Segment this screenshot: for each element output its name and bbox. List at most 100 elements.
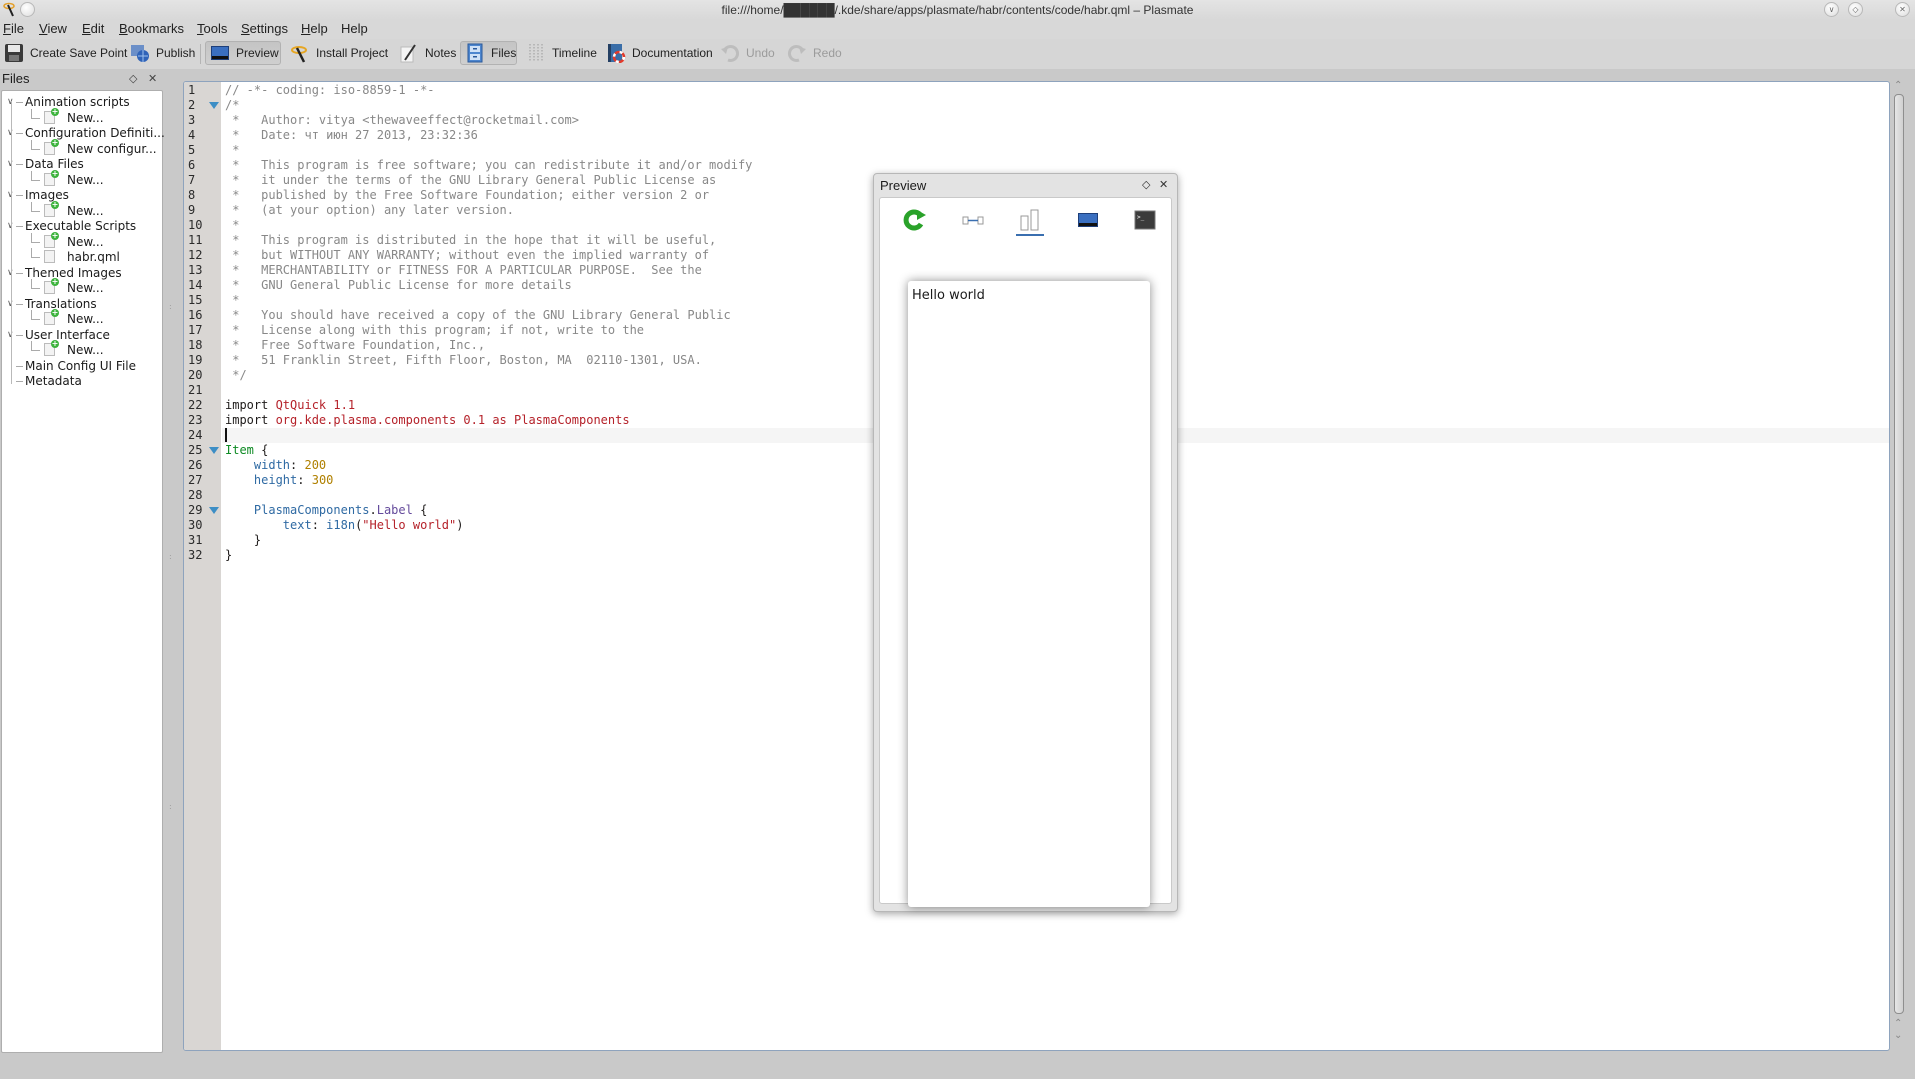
tree-file-item[interactable]: + New... — [2, 278, 162, 296]
undo-button[interactable]: Undo — [716, 41, 779, 65]
line-number: 11 — [188, 233, 203, 247]
add-plus-icon: + — [51, 277, 59, 286]
minimize-button[interactable]: ∨ — [1824, 2, 1839, 17]
code-line[interactable]: * Date: чт июн 27 2013, 23:32:36 — [222, 128, 1889, 143]
main-toolbar: Create Save Point Publish Preview Instal… — [0, 39, 1915, 69]
tree-category[interactable]: ∨User Interface — [2, 328, 162, 343]
scrollbar-thumb[interactable] — [1894, 94, 1904, 1014]
tree-file-item[interactable]: + New... — [2, 200, 162, 219]
documentation-button[interactable]: Documentation — [602, 41, 717, 65]
dock-float-icon[interactable]: ◇ — [1142, 178, 1150, 191]
menu-settings[interactable]: Settings — [241, 21, 288, 36]
tree-category[interactable]: ∨Themed Images — [2, 266, 162, 281]
text-cursor — [225, 428, 227, 442]
vertical-layout-icon[interactable] — [1016, 208, 1044, 236]
tree-file-item[interactable]: habr.qml — [2, 248, 162, 265]
files-dock: Files ◇ ✕ ∨Animation scripts+New...∨Conf… — [0, 70, 166, 1055]
tree-category[interactable]: ∨Images — [2, 188, 162, 203]
create-save-point-button[interactable]: Create Save Point — [0, 41, 131, 65]
code-line[interactable]: /* — [222, 98, 1889, 113]
menu-file[interactable]: File — [3, 21, 24, 36]
menu-label: ile — [10, 21, 24, 36]
tree-file-label: New... — [67, 234, 104, 249]
code-line[interactable]: * — [222, 143, 1889, 158]
desktop-layout-icon[interactable] — [1076, 208, 1100, 232]
fold-marker-icon[interactable] — [209, 102, 219, 109]
project-file-tree[interactable]: ∨Animation scripts+New...∨Configuration … — [1, 90, 165, 1053]
tree-file-item[interactable]: + New... — [2, 106, 162, 126]
tree-category[interactable]: ∨Executable Scripts — [2, 219, 162, 234]
preview-dock: Preview ◇ ✕ >_ Hello world — [873, 173, 1178, 912]
menu-label: ools — [203, 21, 228, 36]
code-line[interactable]: // -*- coding: iso-8859-1 -*- — [222, 83, 1889, 98]
preview-toggle-button[interactable]: Preview — [205, 41, 281, 65]
menu-edit[interactable]: Edit — [82, 21, 104, 36]
code-token: 200 — [304, 458, 327, 472]
dock-close-icon[interactable]: ✕ — [1159, 178, 1168, 191]
preview-canvas-item[interactable]: Hello world — [908, 281, 1150, 907]
line-number: 23 — [188, 413, 203, 427]
tree-file-item[interactable]: + New configur... — [2, 138, 162, 157]
code-line[interactable]: * This program is free software; you can… — [222, 158, 1889, 173]
line-number: 28 — [188, 488, 203, 502]
redo-button[interactable]: Redo — [783, 41, 846, 65]
code-token: * — [225, 218, 240, 232]
menu-view[interactable]: View — [39, 21, 67, 36]
splitter-handle[interactable]: : — [169, 303, 172, 311]
scroll-up-icon[interactable]: ⌃ — [1894, 80, 1902, 91]
tree-file-label: New... — [67, 203, 104, 218]
code-token: : — [297, 473, 312, 487]
splitter-handle[interactable]: : — [169, 553, 172, 561]
publish-globe-icon — [130, 43, 150, 63]
menubar: File View Edit Bookmarks Tools Settings … — [0, 20, 1915, 39]
editor-vertical-scrollbar[interactable]: ⌃ ⌃ ⌄ — [1893, 80, 1905, 1050]
dock-close-icon[interactable]: ✕ — [148, 72, 157, 85]
code-token: * Author: vitya <thewaveeffect@rocketmai… — [225, 113, 580, 127]
new-file-icon: + — [44, 169, 59, 186]
code-token: org.kde.plasma.components 0.1 as PlasmaC… — [275, 413, 630, 427]
tree-file-item[interactable]: + New... — [2, 169, 162, 188]
publish-button[interactable]: Publish — [126, 41, 199, 65]
line-number: 4 — [188, 128, 196, 142]
tree-file-item[interactable]: + New... — [2, 339, 162, 358]
line-number: 26 — [188, 458, 203, 472]
new-file-icon: + — [44, 278, 59, 294]
menu-accel: B — [119, 21, 128, 36]
maximize-button[interactable]: ◇ — [1848, 2, 1863, 17]
refresh-icon[interactable] — [903, 208, 927, 232]
install-project-button[interactable]: Install Project — [286, 41, 392, 65]
scroll-up-icon[interactable]: ⌃ — [1894, 1018, 1902, 1029]
scroll-down-icon[interactable]: ⌄ — [1894, 1030, 1902, 1041]
add-plus-icon: + — [51, 339, 59, 348]
line-number: 3 — [188, 113, 196, 127]
tree-file-item[interactable]: + New... — [2, 231, 162, 250]
notes-button[interactable]: Notes — [395, 41, 460, 65]
tree-category[interactable]: Main Config UI File — [2, 359, 162, 374]
undo-label: Undo — [746, 46, 775, 60]
line-number: 16 — [188, 308, 203, 322]
tree-category[interactable]: Metadata — [2, 374, 162, 389]
menu-help[interactable]: Help — [301, 21, 328, 36]
files-toggle-button[interactable]: Files — [460, 41, 517, 65]
tree-category[interactable]: ∨Translations — [2, 297, 162, 312]
timeline-button[interactable]: Timeline — [522, 41, 601, 65]
svg-text:>_: >_ — [1137, 214, 1145, 221]
planar-layout-icon[interactable] — [961, 208, 985, 232]
line-number: 27 — [188, 473, 203, 487]
menu-help-2[interactable]: Help — [341, 21, 368, 36]
tree-category[interactable]: ∨Data Files — [2, 157, 162, 172]
console-icon[interactable]: >_ — [1133, 208, 1157, 232]
fold-marker-icon[interactable] — [209, 507, 219, 514]
tree-category[interactable]: ∨Animation scripts — [2, 95, 162, 110]
fold-marker-icon[interactable] — [209, 447, 219, 454]
menu-tools[interactable]: Tools — [197, 21, 227, 36]
add-plus-icon: + — [51, 106, 59, 116]
dock-float-icon[interactable]: ◇ — [129, 72, 137, 85]
menu-bookmarks[interactable]: Bookmarks — [119, 21, 184, 36]
tree-category[interactable]: ∨Configuration Definiti... — [2, 126, 165, 141]
tree-file-item[interactable]: + New... — [2, 309, 162, 327]
splitter-handle[interactable]: : — [169, 803, 172, 811]
close-window-button[interactable]: ✕ — [1895, 2, 1910, 17]
line-number: 31 — [188, 533, 203, 547]
code-line[interactable]: * Author: vitya <thewaveeffect@rocketmai… — [222, 113, 1889, 128]
